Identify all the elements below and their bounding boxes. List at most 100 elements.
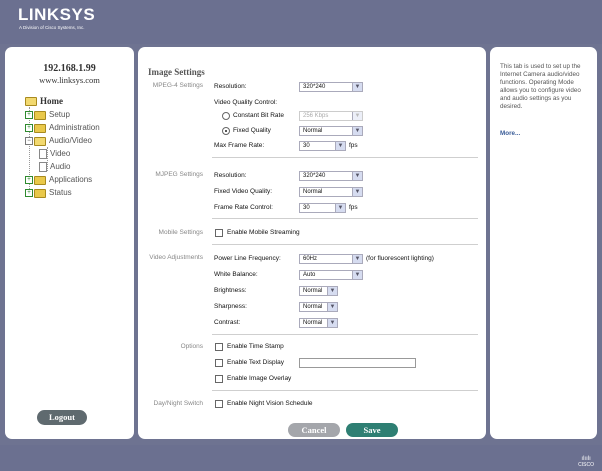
expand-icon[interactable]: + bbox=[25, 189, 33, 197]
mjpeg-frame-select[interactable]: 30 ▼ bbox=[299, 203, 346, 213]
brightness-label: Brightness: bbox=[214, 287, 247, 294]
text-display-label: Enable Text Display bbox=[227, 359, 284, 366]
image-overlay-label: Enable Image Overlay bbox=[227, 375, 292, 382]
nav-home-label: Home bbox=[40, 96, 63, 106]
time-stamp-label: Enable Time Stamp bbox=[227, 343, 284, 350]
device-ip: 192.168.1.99 bbox=[43, 63, 96, 74]
page-icon bbox=[39, 162, 47, 172]
nav-administration[interactable]: + Administration bbox=[25, 122, 100, 134]
nav-setup[interactable]: + Setup bbox=[25, 109, 70, 121]
nav-status[interactable]: + Status bbox=[25, 187, 72, 199]
nav-video-label: Video bbox=[50, 149, 71, 158]
divider bbox=[212, 157, 478, 158]
brightness-select[interactable]: Normal ▼ bbox=[299, 286, 338, 296]
max-frame-label: Max Frame Rate: bbox=[214, 142, 265, 149]
cancel-button[interactable]: Cancel bbox=[288, 423, 340, 437]
mjpeg-quality-select[interactable]: Normal ▼ bbox=[299, 187, 363, 197]
page-title: Image Settings bbox=[148, 67, 205, 77]
mpeg4-resolution-select[interactable]: 320*240 ▼ bbox=[299, 82, 363, 92]
divider bbox=[212, 244, 478, 245]
logo-subtitle: A Division of Cisco Systems, Inc. bbox=[19, 25, 85, 30]
cisco-logo-text: CISCO bbox=[578, 462, 594, 468]
image-overlay-checkbox[interactable] bbox=[215, 375, 223, 383]
device-url[interactable]: www.linksys.com bbox=[5, 75, 134, 85]
logout-button[interactable]: Logout bbox=[37, 410, 87, 425]
more-link[interactable]: More... bbox=[500, 130, 520, 137]
text-display-input[interactable] bbox=[299, 358, 416, 368]
mjpeg-frame-label: Frame Rate Control: bbox=[214, 204, 273, 211]
nav-applications[interactable]: + Applications bbox=[25, 174, 92, 186]
chevron-down-icon: ▼ bbox=[327, 303, 337, 311]
folder-open-icon bbox=[25, 96, 37, 106]
mjpeg-quality-label: Fixed Video Quality: bbox=[214, 188, 273, 195]
mobile-streaming-label: Enable Mobile Streaming bbox=[227, 229, 300, 236]
chevron-down-icon: ▼ bbox=[352, 188, 362, 196]
divider bbox=[212, 218, 478, 219]
power-line-label: Power Line Frequency: bbox=[214, 255, 281, 262]
mobile-section-label: Mobile Settings bbox=[158, 229, 203, 236]
chevron-down-icon: ▼ bbox=[352, 271, 362, 279]
page-icon bbox=[39, 149, 47, 159]
chevron-down-icon: ▼ bbox=[352, 255, 362, 263]
nav-home[interactable]: Home bbox=[25, 95, 63, 107]
folder-open-icon bbox=[34, 136, 46, 146]
night-vision-label: Enable Night Vision Schedule bbox=[227, 400, 313, 407]
mjpeg-section-label: MJPEG Settings bbox=[155, 171, 203, 178]
nav-audio-label: Audio bbox=[50, 162, 71, 171]
nav-video[interactable]: Video bbox=[39, 148, 70, 160]
divider bbox=[212, 390, 478, 391]
fixed-quality-label: Fixed Quality bbox=[233, 127, 271, 134]
fixed-quality-select[interactable]: Normal ▼ bbox=[299, 126, 363, 136]
chevron-down-icon: ▼ bbox=[327, 319, 337, 327]
nav-audio-video[interactable]: − Audio/Video bbox=[25, 135, 92, 147]
fixed-quality-radio[interactable] bbox=[222, 127, 230, 135]
power-line-select[interactable]: 60Hz ▼ bbox=[299, 254, 363, 264]
collapse-icon[interactable]: − bbox=[25, 137, 33, 145]
fps-label: fps bbox=[349, 204, 358, 211]
save-button[interactable]: Save bbox=[346, 423, 398, 437]
mpeg4-resolution-label: Resolution: bbox=[214, 83, 247, 90]
help-panel: This tab is used to set up the Internet … bbox=[490, 47, 597, 439]
max-frame-select[interactable]: 30 ▼ bbox=[299, 141, 346, 151]
cbr-radio[interactable] bbox=[222, 112, 230, 120]
chevron-down-icon: ▼ bbox=[327, 287, 337, 295]
contrast-label: Contrast: bbox=[214, 319, 241, 326]
nav-setup-label: Setup bbox=[49, 110, 70, 119]
time-stamp-checkbox[interactable] bbox=[215, 343, 223, 351]
mjpeg-resolution-select[interactable]: 320*240 ▼ bbox=[299, 171, 363, 181]
mjpeg-resolution-label: Resolution: bbox=[214, 172, 247, 179]
expand-icon[interactable]: + bbox=[25, 124, 33, 132]
white-balance-label: White Balance: bbox=[214, 271, 258, 278]
night-vision-checkbox[interactable] bbox=[215, 400, 223, 408]
chevron-down-icon: ▼ bbox=[352, 172, 362, 180]
navigation-panel: 192.168.1.99 www.linksys.com Home + Setup… bbox=[5, 47, 134, 439]
options-section-label: Options bbox=[180, 343, 203, 350]
expand-icon[interactable]: + bbox=[25, 176, 33, 184]
white-balance-select[interactable]: Auto ▼ bbox=[299, 270, 363, 280]
chevron-down-icon: ▼ bbox=[352, 83, 362, 91]
contrast-select[interactable]: Normal ▼ bbox=[299, 318, 338, 328]
video-adjustments-section-label: Video Adjustments bbox=[149, 254, 203, 261]
footer-bar: ılıılı CISCO bbox=[0, 445, 602, 471]
mobile-streaming-checkbox[interactable] bbox=[215, 229, 223, 237]
settings-panel: Image Settings MPEG-4 Settings Resolutio… bbox=[138, 47, 486, 439]
nav-status-label: Status bbox=[49, 188, 72, 197]
chevron-down-icon: ▼ bbox=[352, 127, 362, 135]
cbr-select[interactable]: 256 Kbps ▼ bbox=[299, 111, 363, 121]
nav-audio-video-label: Audio/Video bbox=[49, 136, 92, 145]
divider bbox=[212, 334, 478, 335]
folder-icon bbox=[34, 175, 46, 185]
chevron-down-icon: ▼ bbox=[335, 142, 345, 150]
help-text: This tab is used to set up the Internet … bbox=[500, 63, 581, 110]
nav-audio[interactable]: Audio bbox=[39, 161, 70, 173]
sharpness-select[interactable]: Normal ▼ bbox=[299, 302, 338, 312]
text-display-checkbox[interactable] bbox=[215, 359, 223, 367]
folder-icon bbox=[34, 110, 46, 120]
expand-icon[interactable]: + bbox=[25, 111, 33, 119]
day-night-section-label: Day/Night Switch bbox=[153, 400, 204, 407]
folder-icon bbox=[34, 123, 46, 133]
header-bar: LINKSYS A Division of Cisco Systems, Inc… bbox=[0, 0, 602, 44]
sharpness-label: Sharpness: bbox=[214, 303, 247, 310]
chevron-down-icon: ▼ bbox=[335, 204, 345, 212]
folder-icon bbox=[34, 188, 46, 198]
